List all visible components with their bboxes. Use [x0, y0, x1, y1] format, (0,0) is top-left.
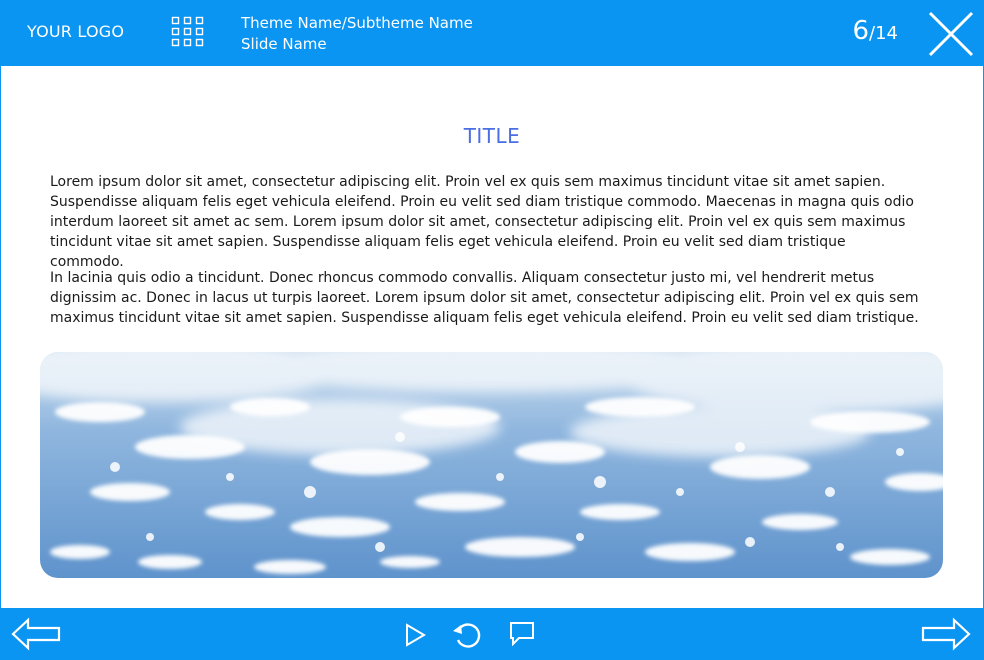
slide-counter: 6/14 [852, 14, 898, 51]
paragraph-1: Lorem ipsum dolor sit amet, consectetur … [50, 174, 914, 270]
close-button[interactable] [926, 10, 976, 58]
arrow-left-icon [11, 617, 61, 651]
comment-icon [510, 622, 534, 647]
slide-content: TITLE Lorem ipsum dolor sit amet, consec… [1, 66, 983, 608]
play-button[interactable] [402, 622, 428, 648]
replay-icon [453, 623, 481, 648]
top-bar: YOUR LOGO Theme Name/Subtheme Name Slide… [0, 0, 984, 66]
slide-title: TITLE [463, 124, 521, 148]
grid-menu-icon [171, 16, 204, 47]
slide-name: Slide Name [241, 35, 327, 53]
menu-button[interactable] [170, 15, 206, 51]
play-icon [406, 623, 426, 647]
next-button[interactable] [920, 617, 972, 651]
comment-button[interactable] [508, 620, 536, 648]
replay-button[interactable] [450, 620, 484, 650]
slide-titles: Theme Name/Subtheme Name Slide Name [241, 13, 473, 55]
theme-name: Theme Name/Subtheme Name [241, 14, 473, 32]
paragraph-2: In lacinia quis odio a tincidunt. Donec … [50, 270, 919, 326]
logo: YOUR LOGO [27, 22, 125, 41]
total-slides: 14 [875, 23, 898, 44]
current-slide: 6 [852, 16, 870, 46]
previous-button[interactable] [10, 617, 62, 651]
aerial-clouds-image [40, 352, 943, 578]
close-icon [928, 11, 974, 57]
bottom-bar [0, 608, 984, 660]
arrow-right-icon [921, 617, 971, 651]
